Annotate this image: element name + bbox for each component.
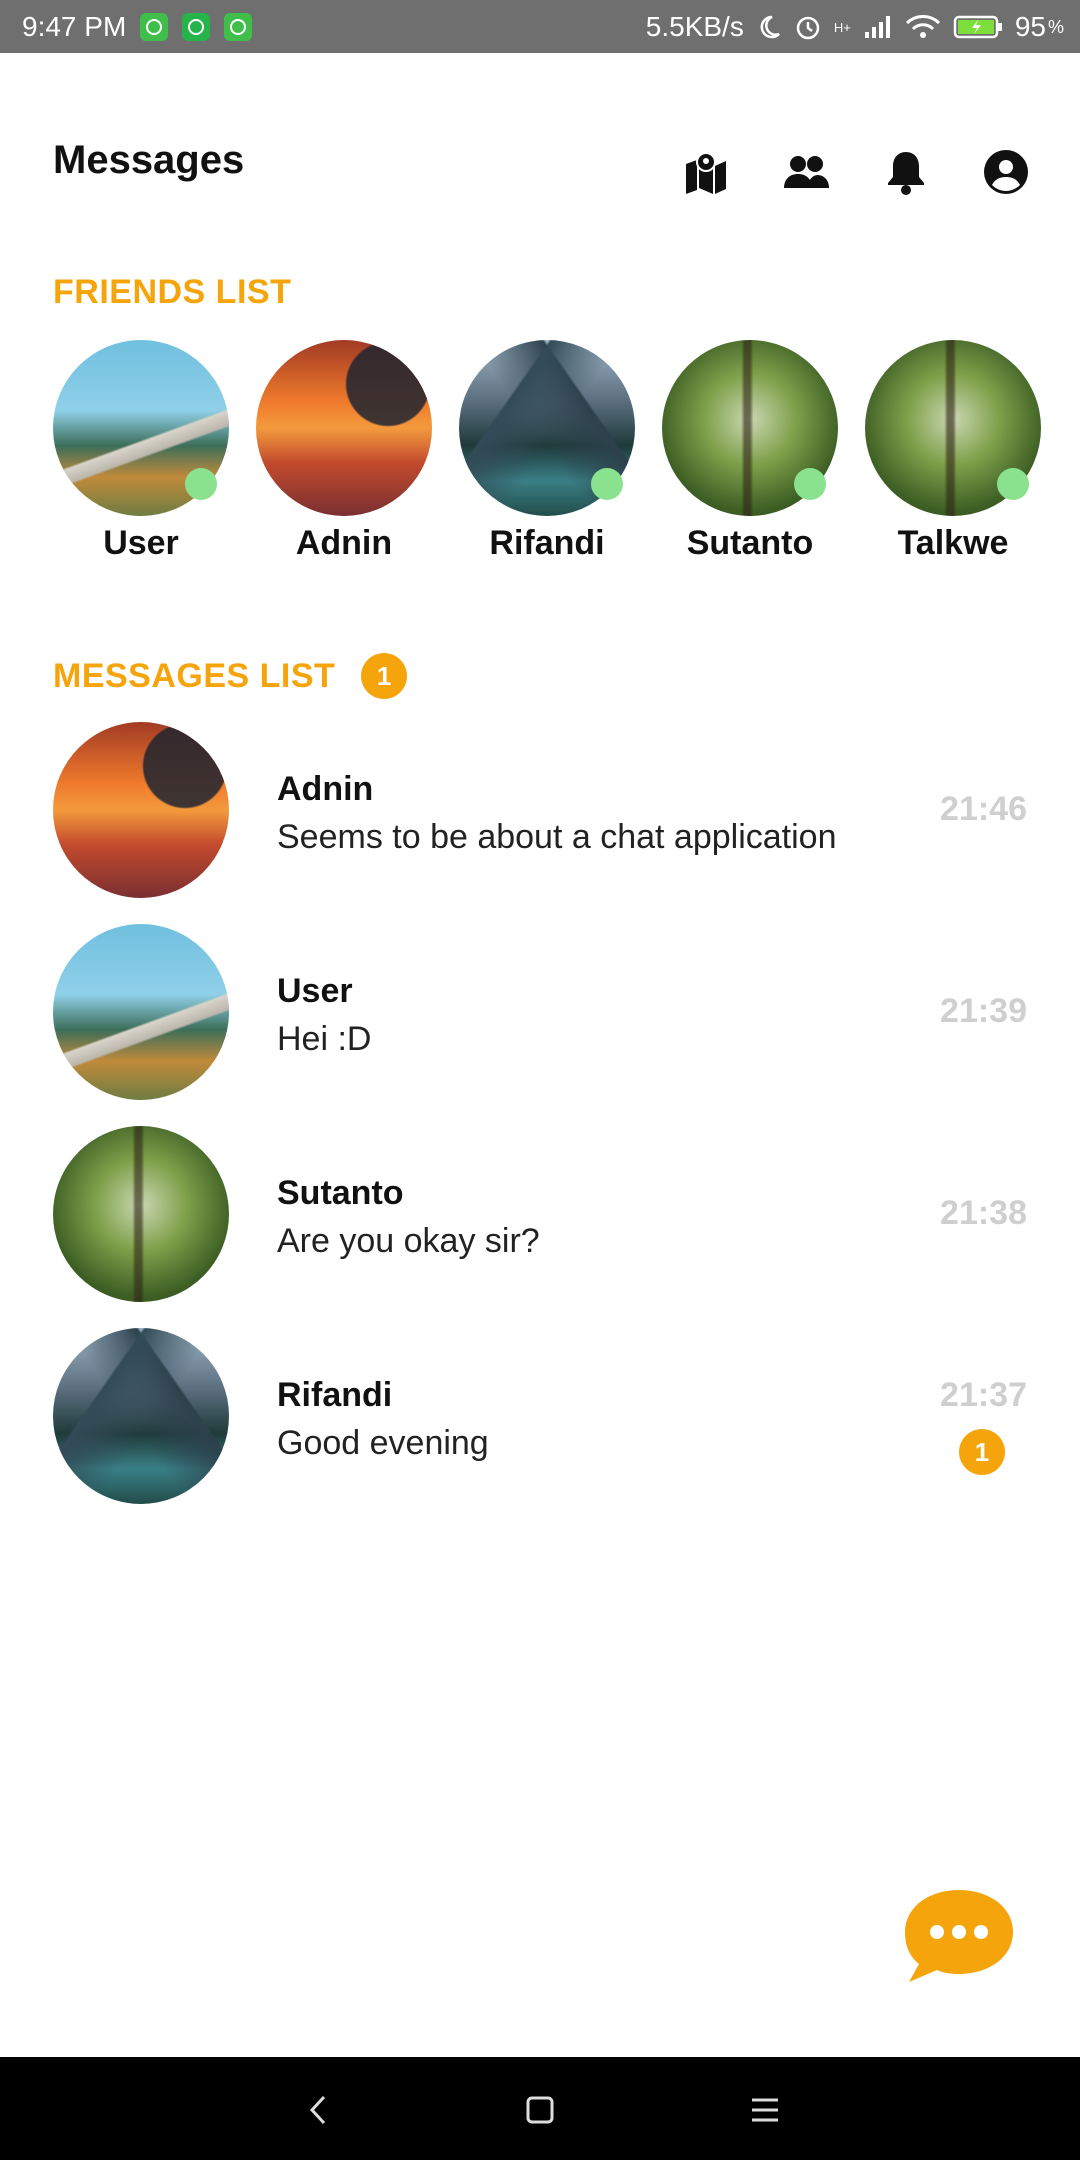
message-row[interactable]: User Hei :D 21:39 <box>53 924 1027 1126</box>
friends-icon[interactable] <box>782 148 830 196</box>
home-icon[interactable] <box>517 2087 563 2133</box>
battery-icon <box>953 15 1002 39</box>
message-row[interactable]: Sutanto Are you okay sir? 21:38 <box>53 1126 1027 1328</box>
battery-unit: % <box>1047 16 1064 37</box>
messages-list: Adnin Seems to be about a chat applicatio… <box>53 722 1027 1530</box>
signal-icon <box>864 16 890 38</box>
status-app-icons <box>140 13 252 41</box>
avatar <box>53 924 229 1100</box>
message-preview: Hei :D <box>277 1020 372 1058</box>
net-speed: 5.5KB/s <box>645 11 744 42</box>
sender-name: Adnin <box>277 770 374 808</box>
message-time: 21:46 <box>940 790 1027 828</box>
app-icon <box>224 13 252 41</box>
bell-icon[interactable] <box>882 148 930 196</box>
message-preview: Are you okay sir? <box>277 1222 540 1260</box>
friends-list-title: FRIENDS LIST <box>53 273 292 311</box>
message-preview: Seems to be about a chat application <box>277 818 837 856</box>
whatsapp-icon <box>182 13 210 41</box>
unread-badge: 1 <box>959 1429 1005 1475</box>
message-time: 21:37 <box>940 1376 1027 1414</box>
wifi-icon <box>905 15 940 38</box>
friend-item[interactable]: Talkwe <box>865 340 1041 563</box>
avatar <box>53 1328 229 1504</box>
avatar <box>256 340 432 516</box>
avatar <box>53 1126 229 1302</box>
back-icon[interactable] <box>296 2087 342 2133</box>
page-title: Messages <box>53 138 245 182</box>
friend-name: Talkwe <box>897 524 1009 562</box>
status-time: 9:47 PM <box>22 11 127 42</box>
friend-item[interactable]: Adnin <box>256 340 432 563</box>
message-row[interactable]: Adnin Seems to be about a chat applicatio… <box>53 722 1027 924</box>
friends-list: User Adnin Rifandi Sutanto Talkwe <box>53 340 1041 563</box>
message-time: 21:38 <box>940 1194 1027 1232</box>
menu-icon[interactable] <box>742 2087 788 2133</box>
status-bar: 9:47 PM 5.5KB/s H+ 95% <box>0 0 1080 53</box>
app-icon <box>140 13 168 41</box>
friend-name: Rifandi <box>489 524 605 562</box>
account-icon[interactable] <box>982 148 1030 196</box>
friend-name: Sutanto <box>686 524 814 562</box>
online-status-dot <box>591 468 623 500</box>
friend-item[interactable]: Rifandi <box>459 340 635 563</box>
friend-name: User <box>103 524 179 562</box>
friend-item[interactable]: Sutanto <box>662 340 838 563</box>
moon-icon <box>760 15 780 39</box>
navigation-bar <box>0 2057 1080 2160</box>
header-actions <box>682 148 1030 196</box>
online-status-dot <box>997 468 1029 500</box>
message-time: 21:39 <box>940 992 1027 1030</box>
friend-name: Adnin <box>295 524 393 562</box>
online-status-dot <box>794 468 826 500</box>
status-right: 5.5KB/s H+ 95% <box>646 11 1064 43</box>
sender-name: Rifandi <box>277 1376 393 1414</box>
battery-level: 95 <box>1014 11 1046 42</box>
messages-list-title: MESSAGES LIST <box>53 656 336 695</box>
avatar <box>53 722 229 898</box>
network-type: H+ <box>833 19 851 35</box>
message-preview: Good evening <box>277 1424 489 1462</box>
alarm-icon <box>796 16 820 40</box>
sender-name: Sutanto <box>277 1174 404 1212</box>
sender-name: User <box>277 972 353 1010</box>
map-icon[interactable] <box>682 148 730 196</box>
new-chat-button[interactable] <box>901 1886 1017 1986</box>
friend-item[interactable]: User <box>53 340 229 563</box>
online-status-dot <box>185 468 217 500</box>
message-row[interactable]: Rifandi Good evening 21:37 1 <box>53 1328 1027 1530</box>
messages-list-header: MESSAGES LIST 1 <box>53 653 408 699</box>
unread-count-badge: 1 <box>361 653 408 699</box>
